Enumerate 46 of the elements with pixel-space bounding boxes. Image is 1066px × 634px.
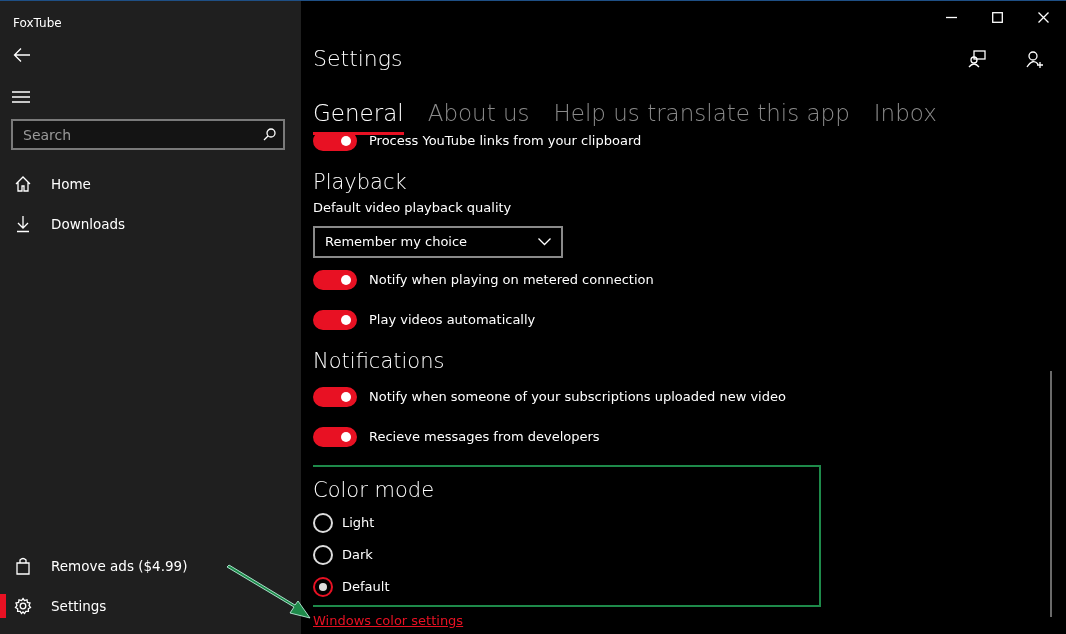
color-settings-link[interactable]: Windows color settings xyxy=(313,610,464,630)
menu-button[interactable] xyxy=(12,91,30,103)
toggle-switch[interactable] xyxy=(313,309,357,330)
search-icon xyxy=(263,128,276,141)
toggle-label: Process YouTube links from your clipboard xyxy=(369,134,642,150)
shopping-bag-icon xyxy=(14,557,32,575)
tab[interactable]: Help us translate this app xyxy=(553,96,850,132)
app-title: FoxTube xyxy=(12,15,62,32)
toggle-label: Notify when playing on metered connection xyxy=(369,270,654,289)
back-icon xyxy=(13,47,31,63)
nav-item[interactable]: Home xyxy=(0,164,103,204)
toggle-switch[interactable] xyxy=(313,387,357,407)
radio-label: Dark xyxy=(342,545,373,564)
section-title: Color mode xyxy=(313,477,436,504)
menu-icon xyxy=(12,91,30,103)
chevron-down-icon xyxy=(538,237,551,246)
radio-label: Light xyxy=(342,513,375,532)
toggle-switch[interactable] xyxy=(313,269,357,290)
maximize-icon xyxy=(991,11,1003,23)
close-icon xyxy=(1037,11,1049,23)
field-label: Default video playback quality xyxy=(313,199,513,217)
toggle-label: Play videos automatically xyxy=(369,310,536,329)
home-icon xyxy=(14,175,32,193)
radio-label: Default xyxy=(342,577,390,596)
section-title: Playback xyxy=(313,168,408,196)
account-button[interactable] xyxy=(1026,49,1044,68)
person-screen-icon xyxy=(968,49,986,68)
tab[interactable]: About us xyxy=(427,96,530,132)
toggle-switch[interactable] xyxy=(313,427,357,447)
toggle-label: Notify when someone of your subscriptions uploaded new video xyxy=(369,388,786,407)
cast-button[interactable] xyxy=(968,49,986,68)
tab[interactable]: General xyxy=(313,96,404,132)
search-field[interactable]: Search xyxy=(11,119,285,150)
toggle-label: Recieve messages from developers xyxy=(369,428,600,447)
section-title: Notifications xyxy=(313,347,446,375)
radio-button[interactable] xyxy=(313,576,333,597)
nav-item[interactable]: Settings xyxy=(0,586,119,626)
nav-item[interactable]: Remove ads ($4.99) xyxy=(0,546,200,586)
quality-dropdown[interactable]: Remember my choice xyxy=(313,225,563,258)
tab[interactable]: Inbox xyxy=(873,96,937,132)
download-icon xyxy=(14,215,32,233)
nav-item[interactable]: Downloads xyxy=(0,204,138,244)
back-button[interactable] xyxy=(13,47,31,63)
settings-icon xyxy=(14,597,32,615)
add-person-icon xyxy=(1026,49,1044,68)
page-title: Settings xyxy=(313,45,403,73)
